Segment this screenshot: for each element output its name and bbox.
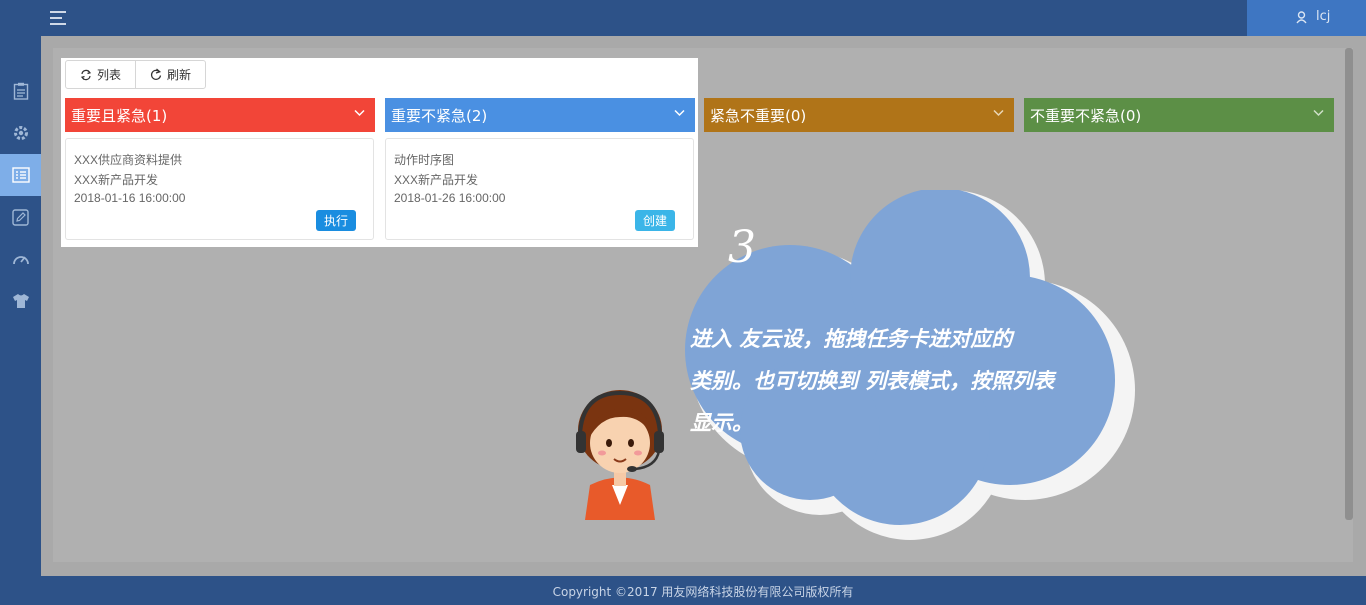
chevron-down-icon (674, 109, 685, 117)
menu-toggle-icon[interactable] (50, 10, 68, 26)
guide-line: 类别。也可切换到 列表模式，按照列表 (690, 369, 1055, 393)
column-header-urgent-not-important[interactable]: 紧急不重要(0) (704, 98, 1014, 132)
column-title: 紧急不重要(0) (710, 106, 807, 125)
task-project: XXX新产品开发 (394, 173, 479, 187)
refresh-label: 刷新 (167, 68, 192, 82)
top-bar: lcj (0, 0, 1366, 36)
view-toolbar: 列表 刷新 (65, 60, 207, 89)
task-project: XXX新产品开发 (74, 173, 159, 187)
chevron-down-icon (1313, 109, 1324, 117)
refresh-button[interactable]: 刷新 (135, 61, 205, 88)
dashboard-icon (12, 256, 29, 265)
gear-icon (13, 126, 28, 140)
sidebar-item-dashboard[interactable] (0, 238, 41, 280)
user-name: lcj (1316, 9, 1331, 24)
column-title: 重要且紧急(1) (71, 106, 168, 125)
list-view-label: 列表 (97, 68, 122, 82)
guide-line: 显示。 (690, 411, 753, 435)
sidebar-item-clipboard[interactable] (0, 70, 41, 112)
chevron-down-icon (354, 109, 365, 117)
step-number: 3 (728, 222, 756, 273)
shirt-icon (12, 294, 29, 308)
chevron-down-icon (993, 109, 1004, 117)
copyright-text: Copyright ©2017 用友网络科技股份有限公司版权所有 (552, 585, 854, 599)
sidebar (0, 36, 41, 605)
task-datetime: 2018-01-26 16:00:00 (394, 191, 506, 205)
task-list-icon (11, 167, 30, 183)
support-agent-avatar (576, 390, 664, 520)
execute-button[interactable]: 执行 (316, 210, 357, 231)
guide-line: 进入 友云设，拖拽任务卡进对应的 (690, 327, 1013, 351)
footer: Copyright ©2017 用友网络科技股份有限公司版权所有 (0, 576, 1366, 605)
task-title: XXX供应商资料提供 (74, 153, 183, 167)
column-title: 不重要不紧急(0) (1030, 106, 1142, 125)
clipboard-icon (13, 82, 28, 100)
vertical-scrollbar[interactable] (1345, 48, 1353, 520)
task-card[interactable]: XXX供应商资料提供 XXX新产品开发 2018-01-16 16:00:00 … (65, 138, 374, 240)
task-title: 动作时序图 (394, 153, 455, 167)
sidebar-item-settings[interactable] (0, 112, 41, 154)
column-header-not-urgent-not-important[interactable]: 不重要不紧急(0) (1024, 98, 1334, 132)
sidebar-item-apparel[interactable] (0, 280, 41, 322)
sidebar-item-tasks[interactable] (0, 154, 41, 196)
user-menu[interactable]: lcj (1247, 0, 1366, 36)
user-icon (1296, 11, 1307, 24)
column-header-important-not-urgent[interactable]: 重要不紧急(2) (385, 98, 695, 132)
column-header-urgent-important[interactable]: 重要且紧急(1) (65, 98, 375, 132)
column-title: 重要不紧急(2) (391, 106, 488, 125)
switch-icon (80, 69, 92, 80)
sidebar-item-edit[interactable] (0, 196, 41, 238)
refresh-icon (150, 68, 162, 80)
list-view-button[interactable]: 列表 (66, 61, 135, 88)
task-datetime: 2018-01-16 16:00:00 (74, 191, 186, 205)
edit-icon (12, 208, 29, 226)
guide-text: 进入 友云设，拖拽任务卡进对应的 类别。也可切换到 列表模式，按照列表 显示。 (690, 318, 1120, 444)
